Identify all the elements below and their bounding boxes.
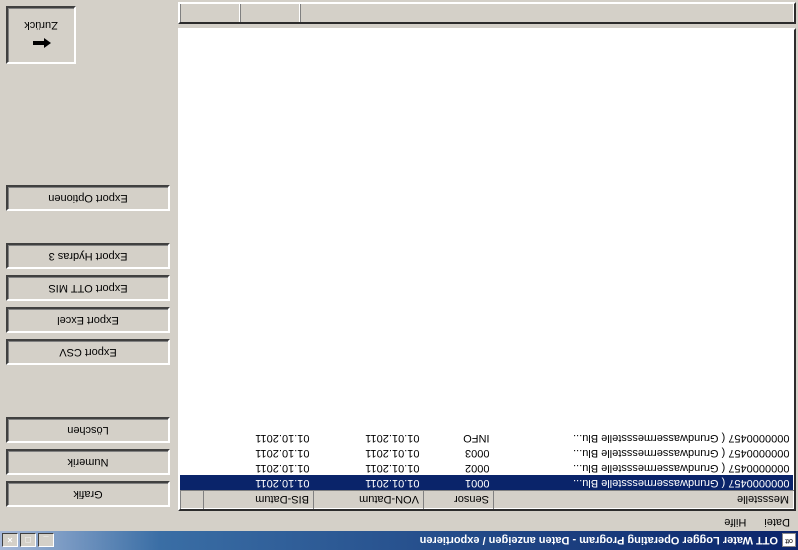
cell-padding xyxy=(181,431,204,446)
cell-sensor: 0003 xyxy=(424,446,494,461)
data-table-container: Messstelle Sensor VON-Datum BIS-Datum 00… xyxy=(178,28,796,511)
cell-von: 01.01.2011 xyxy=(314,431,424,446)
close-button[interactable]: × xyxy=(2,534,18,548)
status-segment-2 xyxy=(180,4,240,22)
cell-bis: 01.10.2011 xyxy=(204,431,314,446)
table-row[interactable]: 0000000457 ( Grundwassermessstelle Blu..… xyxy=(181,431,794,446)
status-strip xyxy=(178,2,796,24)
cell-sensor: 0002 xyxy=(424,461,494,476)
export-excel-button[interactable]: Export Excel xyxy=(6,307,170,333)
menu-bar: Datei Hilfe xyxy=(0,513,798,531)
spacer xyxy=(6,70,170,179)
cell-von: 01.01.2011 xyxy=(314,446,424,461)
menu-datei[interactable]: Datei xyxy=(760,515,794,529)
export-hydras3-button[interactable]: Export Hydras 3 xyxy=(6,243,170,269)
spacer xyxy=(6,371,170,411)
cell-mess: 0000000457 ( Grundwassermessstelle Blu..… xyxy=(494,476,794,491)
cell-mess: 0000000457 ( Grundwassermessstelle Blu..… xyxy=(494,431,794,446)
window-controls: _ □ × xyxy=(2,534,54,548)
table-body: 0000000457 ( Grundwassermessstelle Blu..… xyxy=(181,431,794,491)
window-title: OTT Water Logger Operating Program - Dat… xyxy=(54,535,778,547)
left-panel: Messstelle Sensor VON-Datum BIS-Datum 00… xyxy=(178,2,796,511)
data-table: Messstelle Sensor VON-Datum BIS-Datum 00… xyxy=(180,431,794,510)
export-csv-button[interactable]: Export CSV xyxy=(6,339,170,365)
export-ott-mis-button[interactable]: Export OTT MIS xyxy=(6,275,170,301)
table-row[interactable]: 0000000457 ( Grundwassermessstelle Blu..… xyxy=(181,476,794,491)
spacer xyxy=(6,217,170,237)
col-header-messstelle[interactable]: Messstelle xyxy=(494,491,794,509)
col-header-von-datum[interactable]: VON-Datum xyxy=(314,491,424,509)
grafik-button[interactable]: Grafik xyxy=(6,481,170,507)
cell-mess: 0000000457 ( Grundwassermessstelle Blu..… xyxy=(494,461,794,476)
table-header-row: Messstelle Sensor VON-Datum BIS-Datum xyxy=(181,491,794,509)
cell-sensor: INFO xyxy=(424,431,494,446)
cell-mess: 0000000457 ( Grundwassermessstelle Blu..… xyxy=(494,446,794,461)
cell-bis: 01.10.2011 xyxy=(204,446,314,461)
cell-padding xyxy=(181,476,204,491)
cell-bis: 01.10.2011 xyxy=(204,461,314,476)
cell-von: 01.01.2011 xyxy=(314,461,424,476)
table-row[interactable]: 0000000457 ( Grundwassermessstelle Blu..… xyxy=(181,461,794,476)
status-segment-main xyxy=(300,4,794,22)
client-area: Messstelle Sensor VON-Datum BIS-Datum 00… xyxy=(0,0,798,513)
cell-bis: 01.10.2011 xyxy=(204,476,314,491)
maximize-button[interactable]: □ xyxy=(20,534,36,548)
right-panel: Grafik Numerik Löschen Export CSV Export… xyxy=(2,2,174,511)
numerik-button[interactable]: Numerik xyxy=(6,449,170,475)
status-segment-1 xyxy=(240,4,300,22)
export-optionen-button[interactable]: Export Optionen xyxy=(6,185,170,211)
menu-hilfe[interactable]: Hilfe xyxy=(720,515,750,529)
col-header-bis-datum[interactable]: BIS-Datum xyxy=(204,491,314,509)
col-header-sensor[interactable]: Sensor xyxy=(424,491,494,509)
col-header-padding xyxy=(181,491,204,509)
table-row[interactable]: 0000000457 ( Grundwassermessstelle Blu..… xyxy=(181,446,794,461)
title-bar: ott OTT Water Logger Operating Program -… xyxy=(0,531,798,550)
back-arrow-icon xyxy=(31,35,51,51)
zurueck-label: Zurück xyxy=(24,19,58,31)
cell-padding xyxy=(181,446,204,461)
loeschen-button[interactable]: Löschen xyxy=(6,417,170,443)
app-icon: ott xyxy=(782,534,796,548)
cell-padding xyxy=(181,461,204,476)
minimize-button[interactable]: _ xyxy=(38,534,54,548)
cell-von: 01.01.2011 xyxy=(314,476,424,491)
zurueck-button[interactable]: Zurück xyxy=(6,6,76,64)
cell-sensor: 0001 xyxy=(424,476,494,491)
